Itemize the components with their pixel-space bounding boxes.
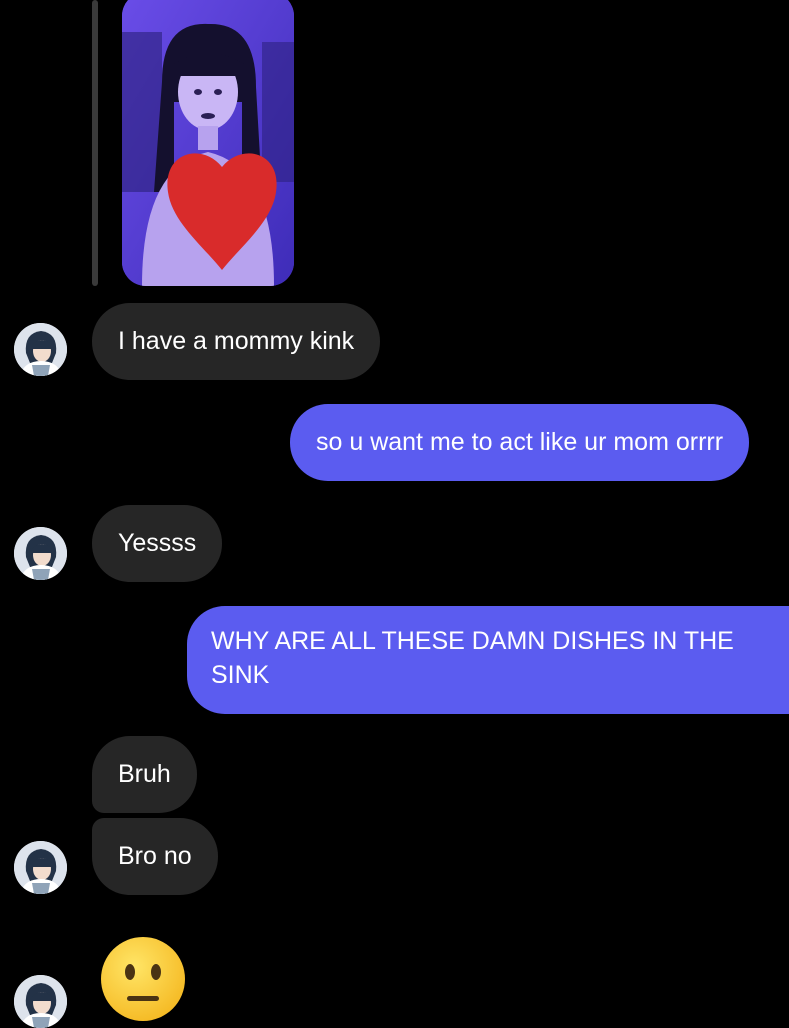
- message-bubble-outgoing[interactable]: WHY ARE ALL THESE DAMN DISHES IN THE SIN…: [187, 606, 789, 714]
- message-text: Yessss: [118, 529, 197, 557]
- anime-character-avatar-icon: [14, 323, 67, 376]
- contact-avatar[interactable]: [14, 527, 67, 580]
- message-text: so u want me to act like ur mom orrrr: [316, 428, 724, 456]
- message-bubble-incoming[interactable]: I have a mommy kink: [92, 303, 381, 380]
- message-bubble-outgoing[interactable]: so u want me to act like ur mom orrrr: [290, 404, 750, 481]
- message-text: I have a mommy kink: [118, 327, 355, 355]
- message-bubble-incoming[interactable]: Yessss: [92, 505, 223, 582]
- anime-character-avatar-icon: [14, 841, 67, 894]
- contact-avatar[interactable]: [14, 323, 67, 376]
- message-text: Bruh: [118, 760, 171, 788]
- message-bubble-incoming[interactable]: Bro no: [92, 818, 218, 895]
- contact-avatar[interactable]: [14, 841, 67, 894]
- contact-avatar[interactable]: [14, 975, 67, 1028]
- neutral-face-emoji-icon[interactable]: [100, 936, 186, 1022]
- shared-photo[interactable]: [122, 0, 294, 286]
- message-text: WHY ARE ALL THESE DAMN DISHES IN THE SIN…: [211, 627, 734, 689]
- anime-character-avatar-icon: [14, 527, 67, 580]
- message-text: Bro no: [118, 842, 192, 870]
- message-bubble-incoming[interactable]: Bruh: [92, 736, 197, 813]
- photo-content: [122, 0, 294, 286]
- reply-thread-bar: [92, 0, 98, 286]
- anime-character-avatar-icon: [14, 975, 67, 1028]
- neutral-face-emoji: [101, 937, 185, 1021]
